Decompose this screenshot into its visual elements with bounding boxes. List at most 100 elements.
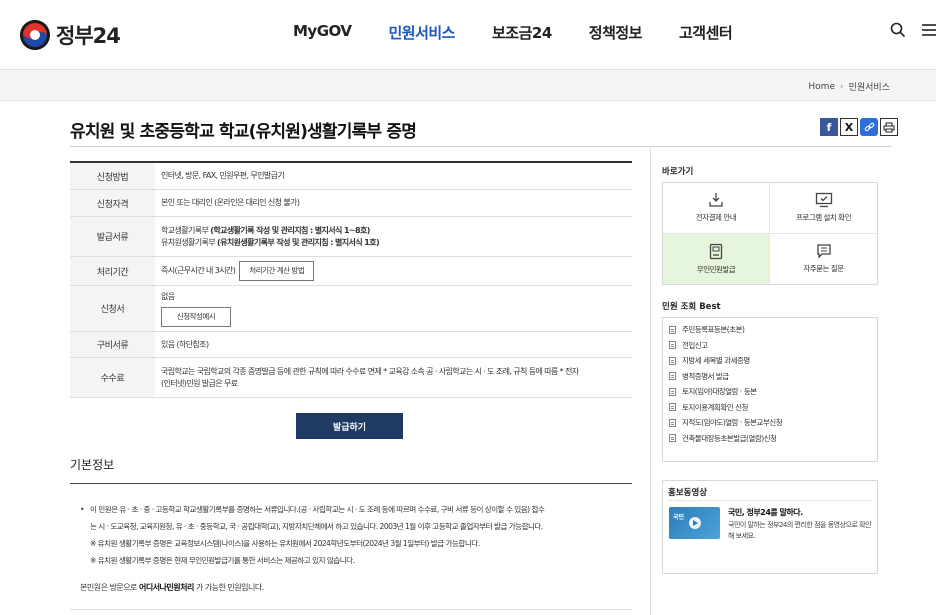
fee-line-1: 국립학교는 국립학교의 각종 증명발급 등에 관한 규칙에 따라 수수료 면제 …: [161, 366, 579, 376]
thumbnail-caption: 국민: [673, 514, 685, 521]
promo-divider: [668, 500, 872, 501]
quick-link-program-check[interactable]: 프로그램 설치 확인: [770, 183, 877, 234]
document-name: 유치원생활기록부: [161, 237, 218, 247]
table-row: 발급서류 학교생활기록부 (학교생활기록 작성 및 관리지침 : 별지서식 1~…: [70, 217, 632, 257]
table-row: 구비서류 있음 (하단참조): [70, 332, 632, 358]
basic-info-note: ※ 유치원 생활기록부 증명은 교육정보시스템(나이스)을 사용하는 유치원에서…: [90, 539, 480, 548]
row-label: 신청서: [70, 286, 155, 331]
issue-button[interactable]: 발급하기: [296, 413, 403, 439]
processing-calc-button[interactable]: 처리기간 계산 방법: [239, 261, 315, 281]
basic-info-content: 이 민원은 유 · 초 · 중 · 고등학교 학교생활기록부를 증명하는 서류입…: [80, 501, 632, 569]
row-value: 즉시(근무시간 내 3시간) 처리기간 계산 방법: [155, 257, 632, 285]
best-item-label: 토지이용계획확인 신청: [682, 402, 748, 412]
form-example-button[interactable]: 신청작성예시: [161, 306, 231, 327]
best-list-item[interactable]: 지방세 세목별 과세증명: [669, 353, 877, 369]
quick-link-kiosk[interactable]: 무인민원발급: [663, 233, 770, 284]
content-divider: [70, 609, 632, 610]
quick-link-label: 전자결제 안내: [695, 213, 737, 223]
logo-emblem-icon: [20, 20, 50, 50]
promo-title: 홍보동영상: [668, 488, 708, 498]
row-value: 국립학교는 국립학교의 각종 증명발급 등에 관한 규칙에 따라 수수료 면제 …: [155, 358, 632, 397]
best-list-item[interactable]: 지적도(임야도)열람 · 등본교부신청: [669, 415, 877, 431]
share-tools: f X: [818, 118, 898, 136]
visit-highlight: 어디서나민원처리: [138, 583, 194, 592]
promo-video-thumbnail[interactable]: 국민: [669, 507, 720, 539]
document-line-1: 학교생활기록부 (학교생활기록 작성 및 관리지침 : 별지서식 1~8호): [161, 225, 626, 237]
qualification-value: 본인 또는 대리인 (온라인은 대리인 신청 불가): [161, 197, 626, 209]
best-item-label: 전입신고: [682, 340, 708, 350]
quick-link-label: 무인민원발급: [696, 264, 736, 274]
best-list: 주민등록표등본(초본) 전입신고 지방세 세목별 과세증명 병적증명서 발급 토…: [662, 317, 878, 462]
best-title: 민원 조회 Best: [662, 302, 721, 312]
best-list-item[interactable]: 주민등록표등본(초본): [669, 322, 877, 338]
required-docs-value: 있음 (하단참조): [161, 339, 209, 349]
basic-info-divider: [70, 483, 632, 484]
kiosk-icon: [709, 243, 723, 259]
row-value: 학교생활기록부 (학교생활기록 작성 및 관리지침 : 별지서식 1~8호) 유…: [155, 217, 632, 256]
best-list-item[interactable]: 병적증명서 발급: [669, 369, 877, 385]
quick-link-payment[interactable]: 전자결제 안내: [663, 183, 770, 234]
best-item-label: 병적증명서 발급: [682, 371, 729, 381]
processing-time: 즉시(근무시간 내 3시간): [161, 266, 236, 275]
best-item-label: 지방세 세목별 과세증명: [682, 356, 750, 366]
document-icon: [669, 372, 676, 381]
best-item-label: 토지(임야)대장열람 · 등본: [682, 387, 757, 397]
best-item-label: 주민등록표등본(초본): [682, 325, 745, 335]
main-menu: MyGOV 민원서비스 보조금24 정책정보 고객센터: [293, 22, 769, 43]
document-icon: [669, 341, 676, 350]
best-list-item[interactable]: 토지이용계획확인 신청: [669, 400, 877, 416]
apply-method-value: 인터넷, 방문, FAX, 민원우편, 무인발급기: [161, 171, 285, 180]
document-icon: [669, 434, 676, 443]
service-info-table: 신청방법 인터넷, 방문, FAX, 민원우편, 무인발급기 신청자격 본인 또…: [70, 161, 632, 398]
search-icon[interactable]: [890, 22, 906, 42]
processing-value: 즉시(근무시간 내 3시간) 처리기간 계산 방법: [161, 261, 626, 281]
play-icon: [688, 517, 701, 529]
menu-civil-service[interactable]: 민원서비스: [388, 22, 455, 43]
best-list-item[interactable]: 토지(임야)대장열람 · 등본: [669, 384, 877, 400]
row-label: 발급서류: [70, 217, 155, 256]
row-value: 있음 (하단참조): [155, 332, 632, 357]
fee-line-2: (인터넷)민원 발급은 무료: [161, 378, 238, 388]
menu-policy-info[interactable]: 정책정보: [589, 22, 643, 43]
basic-info-title: 기본정보: [70, 458, 115, 472]
row-value: 없음 신청작성예시: [155, 286, 632, 331]
logo-text: 정부24: [56, 24, 121, 48]
payment-icon: [709, 193, 723, 207]
faq-icon: [816, 244, 831, 259]
document-guideline: (유치원생활기록부 작성 및 관리지침 : 별지서식 1호): [217, 237, 380, 247]
visit-text: 가 가능한 민원입니다.: [193, 583, 264, 592]
document-icon: [669, 356, 676, 365]
promo-headline[interactable]: 국민, 정부24를 말하다.: [728, 507, 803, 518]
table-row: 신청서 없음 신청작성예시: [70, 286, 632, 332]
form-value: 없음: [161, 291, 175, 301]
row-value: 인터넷, 방문, FAX, 민원우편, 무인발급기: [155, 163, 632, 189]
best-list-item[interactable]: 전입신고: [669, 338, 877, 354]
site-logo[interactable]: 정부24: [20, 20, 121, 50]
document-guideline: (학교생활기록 작성 및 관리지침 : 별지서식 1~8호): [210, 225, 370, 235]
menu-mygov[interactable]: MyGOV: [293, 22, 352, 43]
link-copy-icon[interactable]: [860, 118, 878, 136]
quick-link-label: 자주묻는 질문: [803, 264, 844, 274]
x-twitter-icon[interactable]: X: [840, 118, 858, 136]
basic-info-note: ※ 유치원 생활기록부 증명은 현재 무인민원발급기를 통한 서비스는 제공하고…: [90, 556, 355, 565]
breadcrumb-current[interactable]: 민원서비스: [849, 80, 890, 93]
hamburger-menu-icon[interactable]: [922, 22, 936, 42]
facebook-icon[interactable]: f: [820, 118, 838, 136]
document-icon: [669, 403, 676, 412]
best-list-item[interactable]: 건축물대장등초본발급(열람)신청: [669, 431, 877, 447]
print-icon[interactable]: [880, 118, 898, 136]
row-value: 본인 또는 대리인 (온라인은 대리인 신청 불가): [155, 190, 632, 216]
best-item-label: 건축물대장등초본발급(열람)신청: [682, 433, 777, 443]
menu-subsidy24[interactable]: 보조금24: [492, 22, 552, 43]
best-item-label: 지적도(임야도)열람 · 등본교부신청: [682, 418, 783, 428]
breadcrumb-home[interactable]: Home: [808, 82, 835, 92]
row-label: 구비서류: [70, 332, 155, 357]
breadcrumb-bar: Home › 민원서비스: [0, 70, 936, 101]
document-line-2: 유치원생활기록부 (유치원생활기록부 작성 및 관리지침 : 별지서식 1호): [161, 237, 626, 249]
table-row: 처리기간 즉시(근무시간 내 3시간) 처리기간 계산 방법: [70, 257, 632, 286]
breadcrumb: Home › 민원서비스: [808, 80, 890, 94]
document-icon: [669, 325, 676, 334]
quick-link-faq[interactable]: 자주묻는 질문: [770, 234, 877, 285]
monitor-check-icon: [815, 193, 832, 208]
menu-customer-center[interactable]: 고객센터: [679, 22, 733, 43]
